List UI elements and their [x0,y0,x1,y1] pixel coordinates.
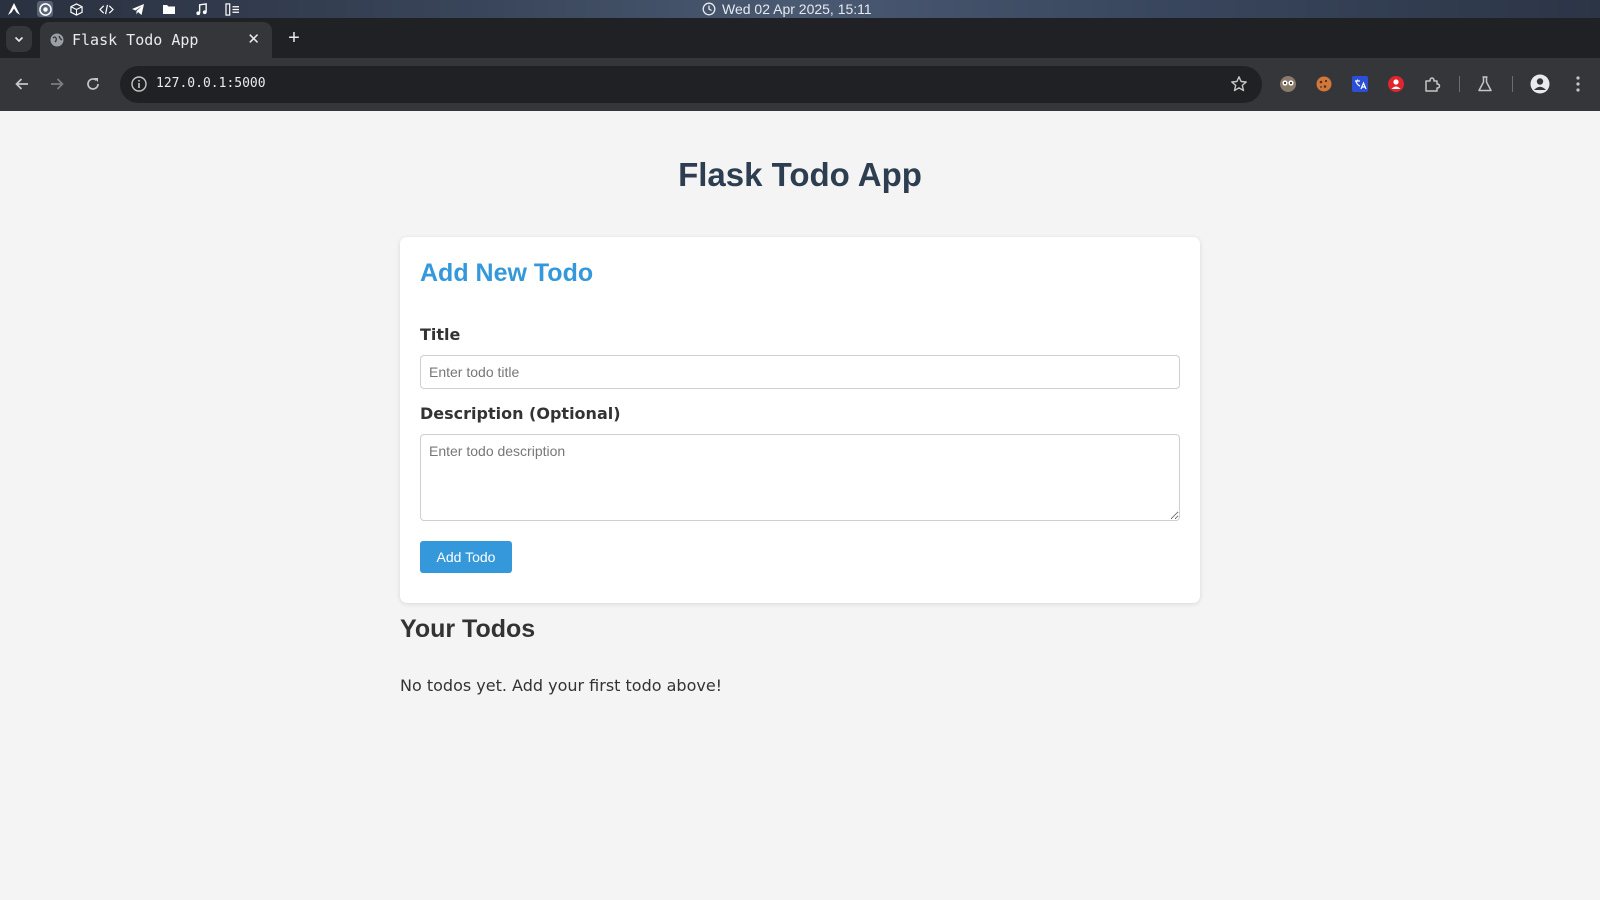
new-tab-button[interactable]: + [282,26,306,50]
todos-heading: Your Todos [400,615,536,643]
reload-button[interactable] [80,71,106,97]
labs-flask-icon[interactable] [1475,74,1495,94]
address-bar[interactable]: 127.0.0.1:5000 [120,66,1262,103]
globe-icon [50,33,64,47]
profile-avatar-icon[interactable] [1530,74,1550,94]
clock-text: Wed 02 Apr 2025, 15:11 [722,1,872,17]
empty-todos-message: No todos yet. Add your first todo above! [400,676,723,695]
forward-button[interactable] [44,71,70,97]
extensions-puzzle-icon[interactable] [1422,74,1442,94]
tab-search-button[interactable] [6,26,32,52]
toolbar-separator [1459,76,1460,92]
arrow-right-icon [51,78,64,90]
tab-title: Flask Todo App [72,31,199,49]
chrome-icon[interactable] [37,1,53,17]
title-label: Title [420,325,461,344]
browser-tab[interactable]: Flask Todo App ✕ [40,22,272,58]
clock-icon [702,2,716,16]
todo-title-input[interactable] [420,355,1180,389]
toolbar-separator [1512,76,1513,92]
system-clock[interactable]: Wed 02 Apr 2025, 15:11 [702,0,872,18]
add-todo-form-card: Add New Todo Title Description (Optional… [400,237,1200,603]
code-icon[interactable] [98,1,114,17]
web-page: Flask Todo App Add New Todo Title Descri… [0,111,1600,900]
red-extension-icon[interactable] [1386,74,1406,94]
browser-tab-strip: Flask Todo App ✕ + [0,18,1600,58]
todo-description-textarea[interactable] [420,434,1180,521]
url-text[interactable]: 127.0.0.1:5000 [156,76,266,91]
cookie-extension-icon[interactable] [1314,74,1334,94]
chevron-down-icon [14,36,24,43]
window-layout-icon[interactable] [224,1,240,17]
back-button[interactable] [9,71,35,97]
arrow-left-icon [15,78,28,90]
folder-icon[interactable] [161,1,177,17]
form-heading: Add New Todo [420,259,594,287]
browser-menu-icon[interactable] [1568,74,1588,94]
site-info-icon[interactable] [130,75,148,93]
description-label: Description (Optional) [420,404,621,423]
os-top-bar: Wed 02 Apr 2025, 15:11 [0,0,1600,18]
telegram-icon[interactable] [130,1,146,17]
page-title: Flask Todo App [678,156,922,193]
translate-extension-icon[interactable] [1350,74,1370,94]
add-todo-button[interactable]: Add Todo [420,541,512,573]
music-icon[interactable] [193,1,209,17]
cube-icon[interactable] [68,1,84,17]
reload-icon [87,78,99,90]
owl-extension-icon[interactable] [1278,74,1298,94]
tab-close-icon[interactable]: ✕ [247,30,260,48]
bookmark-star-icon[interactable] [1230,75,1248,93]
browser-toolbar: 127.0.0.1:5000 [0,58,1600,111]
arch-logo-icon[interactable] [6,1,22,17]
